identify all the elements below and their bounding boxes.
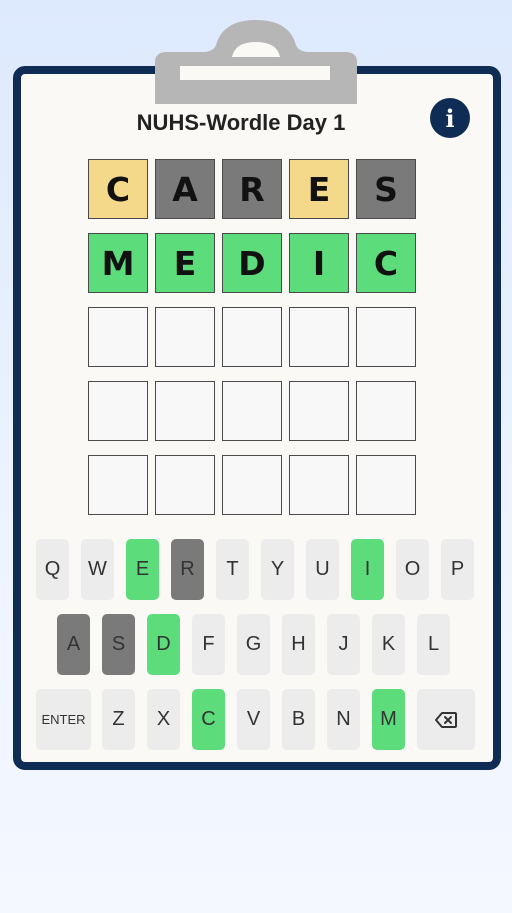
- key-a[interactable]: A: [57, 614, 90, 675]
- key-label: R: [180, 558, 195, 580]
- key-u[interactable]: U: [306, 539, 339, 600]
- enter-key[interactable]: ENTER: [36, 689, 91, 750]
- letter-tile: [88, 381, 148, 441]
- key-label: Z: [112, 708, 125, 730]
- key-label: G: [245, 633, 262, 655]
- key-l[interactable]: L: [417, 614, 450, 675]
- key-y[interactable]: Y: [261, 539, 294, 600]
- key-label: W: [88, 558, 107, 580]
- guess-grid: CARESMEDIC: [88, 159, 416, 529]
- key-label: L: [427, 633, 440, 655]
- key-label: D: [156, 633, 171, 655]
- letter-tile: [289, 381, 349, 441]
- key-label: M: [380, 708, 397, 730]
- key-o[interactable]: O: [396, 539, 429, 600]
- key-label: O: [404, 558, 421, 580]
- key-label: F: [202, 633, 215, 655]
- letter-tile: [222, 381, 282, 441]
- letter-tile: [155, 455, 215, 515]
- key-f[interactable]: F: [192, 614, 225, 675]
- letter-tile: E: [289, 159, 349, 219]
- key-label: Q: [44, 558, 61, 580]
- key-b[interactable]: B: [282, 689, 315, 750]
- key-q[interactable]: Q: [36, 539, 69, 600]
- letter-tile: [289, 307, 349, 367]
- key-label: B: [291, 708, 306, 730]
- key-label: J: [338, 633, 349, 655]
- keyboard-row: QWERTYUIOP: [36, 539, 478, 601]
- backspace-icon: [435, 711, 457, 728]
- grid-row: [88, 307, 416, 367]
- grid-row: [88, 381, 416, 441]
- letter-tile: E: [155, 233, 215, 293]
- key-j[interactable]: J: [327, 614, 360, 675]
- letter-tile: A: [155, 159, 215, 219]
- key-c[interactable]: C: [192, 689, 225, 750]
- key-label: I: [364, 558, 371, 580]
- letter-tile: [356, 455, 416, 515]
- key-s[interactable]: S: [102, 614, 135, 675]
- keyboard-row: ENTER Z X C V B N M: [36, 689, 478, 751]
- key-label: ENTER: [41, 712, 86, 727]
- key-e[interactable]: E: [126, 539, 159, 600]
- key-i[interactable]: I: [351, 539, 384, 600]
- key-p[interactable]: P: [441, 539, 474, 600]
- letter-tile: R: [222, 159, 282, 219]
- key-w[interactable]: W: [81, 539, 114, 600]
- key-label: H: [291, 633, 306, 655]
- letter-tile: M: [88, 233, 148, 293]
- key-label: X: [156, 708, 171, 730]
- key-label: N: [336, 708, 351, 730]
- key-g[interactable]: G: [237, 614, 270, 675]
- key-t[interactable]: T: [216, 539, 249, 600]
- key-label: A: [66, 633, 81, 655]
- letter-tile: D: [222, 233, 282, 293]
- letter-tile: [356, 381, 416, 441]
- key-x[interactable]: X: [147, 689, 180, 750]
- clipboard-clip-base: [155, 66, 357, 104]
- letter-tile: [356, 307, 416, 367]
- keyboard-row: ASDFGHJKL: [36, 614, 478, 676]
- key-h[interactable]: H: [282, 614, 315, 675]
- letter-tile: [155, 381, 215, 441]
- letter-tile: [222, 455, 282, 515]
- on-screen-keyboard: Q W E R T Y U I O P A S D F G H J K L ENTER Z X C V B N M: [36, 539, 478, 764]
- key-label: T: [226, 558, 239, 580]
- key-label: Y: [270, 558, 285, 580]
- letter-tile: [155, 307, 215, 367]
- letter-tile: [88, 307, 148, 367]
- key-label: P: [450, 558, 465, 580]
- letter-tile: C: [88, 159, 148, 219]
- key-n[interactable]: N: [327, 689, 360, 750]
- letter-tile: I: [289, 233, 349, 293]
- backspace-key[interactable]: [417, 689, 475, 750]
- letter-tile: [289, 455, 349, 515]
- key-label: C: [201, 708, 216, 730]
- key-k[interactable]: K: [372, 614, 405, 675]
- key-label: E: [135, 558, 150, 580]
- key-m[interactable]: M: [372, 689, 405, 750]
- key-label: U: [315, 558, 330, 580]
- letter-tile: [88, 455, 148, 515]
- letter-tile: [222, 307, 282, 367]
- info-icon[interactable]: i: [430, 98, 470, 138]
- key-label: K: [381, 633, 396, 655]
- letter-tile: C: [356, 233, 416, 293]
- key-label: S: [111, 633, 126, 655]
- key-label: V: [246, 708, 261, 730]
- grid-row: [88, 455, 416, 515]
- key-d[interactable]: D: [147, 614, 180, 675]
- key-z[interactable]: Z: [102, 689, 135, 750]
- grid-row: CARES: [88, 159, 416, 219]
- page-title: NUHS-Wordle Day 1: [136, 110, 346, 135]
- key-v[interactable]: V: [237, 689, 270, 750]
- letter-tile: S: [356, 159, 416, 219]
- key-r[interactable]: R: [171, 539, 204, 600]
- grid-row: MEDIC: [88, 233, 416, 293]
